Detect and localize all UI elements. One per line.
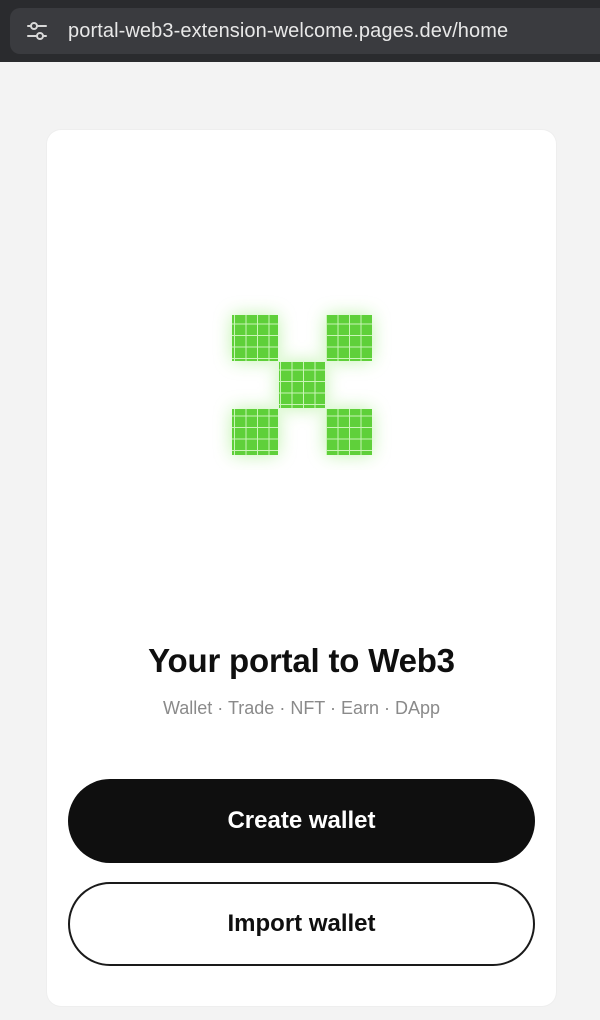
- feature-list: Wallet · Trade · NFT · Earn · DApp: [162, 698, 441, 718]
- address-bar[interactable]: portal-web3-extension-welcome.pages.dev/…: [10, 8, 600, 54]
- import-wallet-button[interactable]: Import wallet: [68, 882, 535, 966]
- browser-toolbar: portal-web3-extension-welcome.pages.dev/…: [0, 0, 600, 62]
- logo-container: [47, 290, 556, 470]
- url-text[interactable]: portal-web3-extension-welcome.pages.dev/…: [68, 20, 508, 43]
- import-wallet-label: Import wallet: [227, 910, 376, 937]
- page-title: Your portal to Web3: [148, 642, 455, 679]
- welcome-card: Your portal to Web3 Wallet · Trade · NFT…: [47, 130, 556, 1006]
- okx-grid-logo-icon: [212, 290, 392, 470]
- tune-icon[interactable]: [26, 20, 48, 42]
- create-wallet-label: Create wallet: [227, 807, 376, 834]
- create-wallet-button[interactable]: Create wallet: [68, 779, 535, 863]
